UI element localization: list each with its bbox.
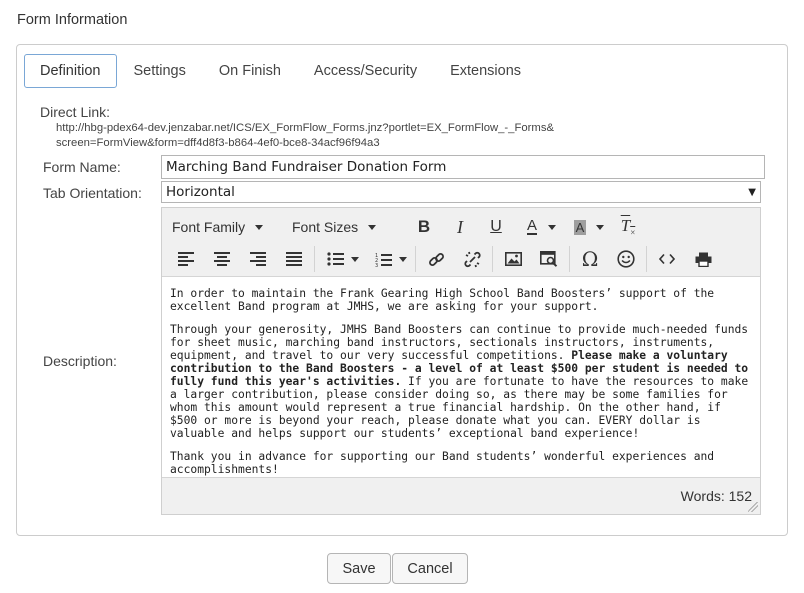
word-count: Words: 152 (680, 488, 752, 504)
tab-access-security[interactable]: Access/Security (298, 54, 434, 88)
tab-orientation-label: Tab Orientation: (43, 185, 142, 201)
align-right-icon (250, 252, 266, 266)
direct-link-label: Direct Link: (40, 104, 111, 120)
align-left-icon (178, 252, 194, 266)
underline-icon: U (490, 218, 502, 235)
toolbar-separator (646, 246, 647, 272)
align-justify-icon (286, 252, 302, 266)
clear-formatting-button[interactable]: T× (610, 212, 646, 242)
italic-icon: I (457, 216, 463, 237)
text-color-button[interactable]: A (514, 212, 550, 242)
unlink-icon (463, 251, 481, 267)
code-icon (659, 253, 675, 265)
resize-handle-icon[interactable] (748, 502, 758, 512)
preview-icon (540, 251, 558, 267)
font-sizes-label: Font Sizes (292, 219, 359, 235)
toolbar-separator (415, 246, 416, 272)
tab-on-finish[interactable]: On Finish (203, 54, 298, 88)
chevron-down-icon: ▼ (748, 186, 756, 198)
bullet-list-icon (326, 252, 344, 266)
background-color-button[interactable]: A (562, 212, 598, 242)
insert-image-button[interactable] (495, 244, 531, 274)
page-title: Form Information (17, 12, 128, 28)
numbered-list-button[interactable]: 123 (365, 244, 401, 274)
source-code-button[interactable] (649, 244, 685, 274)
tab-orientation-value: Horizontal (166, 184, 235, 200)
background-color-icon: A (573, 219, 587, 235)
preview-button[interactable] (531, 244, 567, 274)
toolbar-separator (314, 246, 315, 272)
font-family-label: Font Family (172, 219, 246, 235)
align-center-button[interactable] (204, 244, 240, 274)
bold-icon: B (417, 217, 431, 236)
align-left-button[interactable] (168, 244, 204, 274)
description-label: Description: (43, 353, 117, 369)
editor-toolbar: Font Family Font Sizes B I U A A T× 1 2 … (162, 208, 760, 277)
tab-definition[interactable]: Definition (24, 54, 118, 88)
font-family-dropdown[interactable]: Font Family (166, 212, 286, 242)
omega-icon: Ω (581, 247, 599, 271)
print-button[interactable] (685, 244, 721, 274)
toolbar-separator (492, 246, 493, 272)
description-content[interactable]: In order to maintain the Frank Gearing H… (162, 277, 760, 477)
insert-link-button[interactable] (418, 244, 454, 274)
editor-statusbar: Words: 152 (162, 477, 760, 514)
text-color-icon: A (526, 217, 537, 235)
bullet-list-button[interactable] (317, 244, 353, 274)
svg-text:3: 3 (375, 263, 378, 267)
image-icon (504, 252, 522, 266)
font-sizes-dropdown[interactable]: Font Sizes (286, 212, 406, 242)
align-right-button[interactable] (240, 244, 276, 274)
save-button[interactable]: Save (327, 553, 391, 584)
direct-link-url: http://hbg-pdex64-dev.jenzabar.net/ICS/E… (56, 122, 555, 149)
align-center-icon (214, 252, 230, 266)
link-icon (428, 252, 444, 266)
form-name-label: Form Name: (43, 159, 121, 175)
clear-formatting-icon: T× (620, 216, 636, 238)
form-name-value: Marching Band Fundraiser Donation Form (166, 159, 447, 175)
bold-button[interactable]: B (406, 212, 442, 242)
form-name-input[interactable]: Marching Band Fundraiser Donation Form (161, 155, 765, 179)
cancel-button[interactable]: Cancel (392, 553, 468, 584)
description-paragraph-1: In order to maintain the Frank Gearing H… (170, 287, 715, 313)
toolbar-separator (569, 246, 570, 272)
description-editor: Font Family Font Sizes B I U A A T× 1 2 … (161, 207, 761, 515)
tab-extensions[interactable]: Extensions (434, 54, 538, 88)
caret-down-icon (368, 224, 377, 230)
special-character-button[interactable]: Ω (572, 244, 608, 274)
smiley-icon (617, 250, 635, 268)
tab-orientation-select[interactable]: Horizontal ▼ (161, 181, 761, 203)
description-paragraph-2: Through your generosity, JMHS Band Boost… (170, 323, 752, 440)
emoticons-button[interactable] (608, 244, 644, 274)
align-justify-button[interactable] (276, 244, 312, 274)
print-icon (695, 252, 711, 267)
remove-link-button[interactable] (454, 244, 490, 274)
caret-down-icon (255, 224, 264, 230)
italic-button[interactable]: I (442, 212, 478, 242)
tab-settings[interactable]: Settings (117, 54, 202, 88)
underline-button[interactable]: U (478, 212, 514, 242)
description-paragraph-3: Thank you in advance for supporting our … (170, 450, 715, 476)
numbered-list-icon: 123 (375, 253, 392, 267)
form-information-panel: Definition Settings On Finish Access/Sec… (16, 44, 788, 536)
tab-bar: Definition Settings On Finish Access/Sec… (24, 54, 538, 88)
